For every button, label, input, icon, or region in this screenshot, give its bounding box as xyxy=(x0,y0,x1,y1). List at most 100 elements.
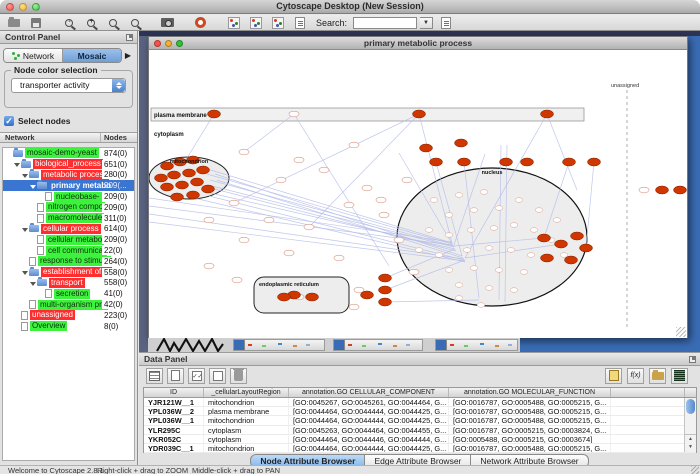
delete-attribute-button[interactable] xyxy=(230,368,247,384)
column-header-blank[interactable] xyxy=(611,388,685,397)
zoom-fit-button[interactable] xyxy=(125,16,144,30)
gene-node[interactable] xyxy=(232,277,242,283)
selected-gene-node[interactable] xyxy=(168,171,181,179)
tab-network[interactable]: Network xyxy=(4,49,63,62)
help-button[interactable] xyxy=(191,16,210,30)
gene-node[interactable] xyxy=(239,237,249,243)
gene-node[interactable] xyxy=(415,248,423,253)
tree-row-nucleobase[interactable]: nucleobase-209(0) xyxy=(3,191,134,202)
selected-gene-node[interactable] xyxy=(183,169,196,177)
gene-node[interactable] xyxy=(639,187,649,193)
selected-gene-node[interactable] xyxy=(361,291,374,299)
gene-node[interactable] xyxy=(463,248,471,253)
select-attributes-button[interactable] xyxy=(146,368,163,384)
tree-row-macromolecule[interactable]: macromolecule311(0) xyxy=(3,213,134,224)
expand-arrow-icon[interactable] xyxy=(30,278,37,288)
gene-node[interactable] xyxy=(553,218,561,223)
tree-row-multi-organism-pro[interactable]: multi-organism pro42(0) xyxy=(3,299,134,310)
minimized-network-1[interactable] xyxy=(233,339,325,351)
gene-node[interactable] xyxy=(455,193,463,198)
selected-gene-node[interactable] xyxy=(161,183,174,191)
selected-gene-node[interactable] xyxy=(413,110,426,118)
selected-gene-node[interactable] xyxy=(208,110,221,118)
tree-row-secretion[interactable]: secretion41(0) xyxy=(3,288,134,299)
selected-gene-node[interactable] xyxy=(541,110,554,118)
tree-row-primary-metabo[interactable]: primary metabo209(... xyxy=(3,180,134,191)
node-color-dropdown[interactable]: transporter activity xyxy=(11,78,126,93)
scrollbar-arrows[interactable]: ▲▼ xyxy=(685,434,696,452)
selected-gene-node[interactable] xyxy=(455,139,468,147)
gene-node[interactable] xyxy=(304,224,314,230)
selected-gene-node[interactable] xyxy=(176,181,189,189)
selected-gene-node[interactable] xyxy=(278,293,291,301)
snapshot-button[interactable] xyxy=(158,16,177,30)
unselect-all-attributes-button[interactable] xyxy=(209,368,226,384)
gene-node[interactable] xyxy=(435,253,443,258)
heatmap-view-button[interactable] xyxy=(671,368,688,384)
more-tabs-button[interactable]: ▶ xyxy=(122,51,134,60)
gene-node[interactable] xyxy=(495,206,503,211)
tree-row-cellular-metabo[interactable]: cellular metabo209(0) xyxy=(3,234,134,245)
view-resize-grip[interactable] xyxy=(676,327,686,337)
new-network-from-selected-nodes-button[interactable] xyxy=(246,16,265,30)
column-header-annotation-go-cellular-component[interactable]: annotation.GO CELLULAR_COMPONENT xyxy=(289,388,449,397)
tree-row-biological-process[interactable]: biological_process651(0) xyxy=(3,159,134,170)
gene-node[interactable] xyxy=(239,149,249,155)
tree-row-transport[interactable]: transport558(0) xyxy=(3,278,134,289)
function-builder-button[interactable]: f(x) xyxy=(627,368,644,384)
expand-arrow-icon[interactable] xyxy=(14,159,21,169)
zoom-view-button[interactable] xyxy=(176,40,183,47)
minimized-network-3[interactable] xyxy=(435,339,518,351)
selected-gene-node[interactable] xyxy=(191,178,204,186)
gene-node[interactable] xyxy=(425,228,433,233)
gene-node[interactable] xyxy=(495,268,503,273)
gene-node[interactable] xyxy=(379,212,389,218)
table-row[interactable]: YPL036W__1mitochondrion[GO:0044464, GO:0… xyxy=(144,416,696,425)
selected-gene-node[interactable] xyxy=(571,232,584,240)
selected-gene-node[interactable] xyxy=(202,185,215,193)
gene-node[interactable] xyxy=(470,208,478,213)
gene-node[interactable] xyxy=(229,200,239,206)
gene-node[interactable] xyxy=(467,228,475,233)
selected-gene-node[interactable] xyxy=(197,166,210,174)
selected-gene-node[interactable] xyxy=(565,256,578,264)
import-attribute-file-button[interactable] xyxy=(649,368,666,384)
expand-arrow-icon[interactable] xyxy=(22,224,29,234)
column-header-cellularlayoutregion[interactable]: _cellularLayoutRegion xyxy=(204,388,289,397)
tree-row-unassigned[interactable]: unassigned223(0) xyxy=(3,310,134,321)
expand-arrow-icon[interactable] xyxy=(30,181,37,191)
gene-node[interactable] xyxy=(477,303,485,308)
gene-node[interactable] xyxy=(535,208,543,213)
close-view-button[interactable] xyxy=(154,40,161,47)
network-window-titlebar[interactable]: primary metabolic process xyxy=(149,37,687,50)
table-row[interactable]: YPL036W__2plasma membrane[GO:0044464, GO… xyxy=(144,407,696,416)
gene-node[interactable] xyxy=(510,223,518,228)
float-panel-icon[interactable] xyxy=(689,356,696,363)
new-network-from-selected-edges-button[interactable] xyxy=(268,16,287,30)
table-row[interactable]: YLR295Ccytoplasm[GO:0045263, GO:0044464,… xyxy=(144,426,696,435)
gene-node[interactable] xyxy=(204,263,214,269)
gene-node[interactable] xyxy=(510,288,518,293)
column-header-annotation-go-molecular-function[interactable]: annotation.GO MOLECULAR_FUNCTION xyxy=(449,388,611,397)
selected-gene-node[interactable] xyxy=(430,158,443,166)
gene-node[interactable] xyxy=(409,269,419,275)
selected-gene-node[interactable] xyxy=(155,174,168,182)
gene-node[interactable] xyxy=(445,213,453,218)
gene-node[interactable] xyxy=(445,233,453,238)
gene-node[interactable] xyxy=(515,198,523,203)
import-attributes-button[interactable] xyxy=(436,16,455,30)
gene-node[interactable] xyxy=(319,167,329,173)
expand-arrow-icon[interactable] xyxy=(22,267,29,277)
selected-gene-node[interactable] xyxy=(588,158,601,166)
selected-gene-node[interactable] xyxy=(306,293,319,301)
gene-node[interactable] xyxy=(394,237,404,243)
zoom-in-button[interactable]: + xyxy=(81,16,100,30)
gene-node[interactable] xyxy=(289,111,299,117)
select-nodes-checkbox[interactable]: ✓ xyxy=(4,116,14,126)
gene-node[interactable] xyxy=(362,185,372,191)
selected-gene-node[interactable] xyxy=(171,193,184,201)
gene-node[interactable] xyxy=(527,253,535,258)
float-panel-icon[interactable] xyxy=(126,34,133,41)
selected-gene-node[interactable] xyxy=(563,158,576,166)
gene-node[interactable] xyxy=(276,177,286,183)
